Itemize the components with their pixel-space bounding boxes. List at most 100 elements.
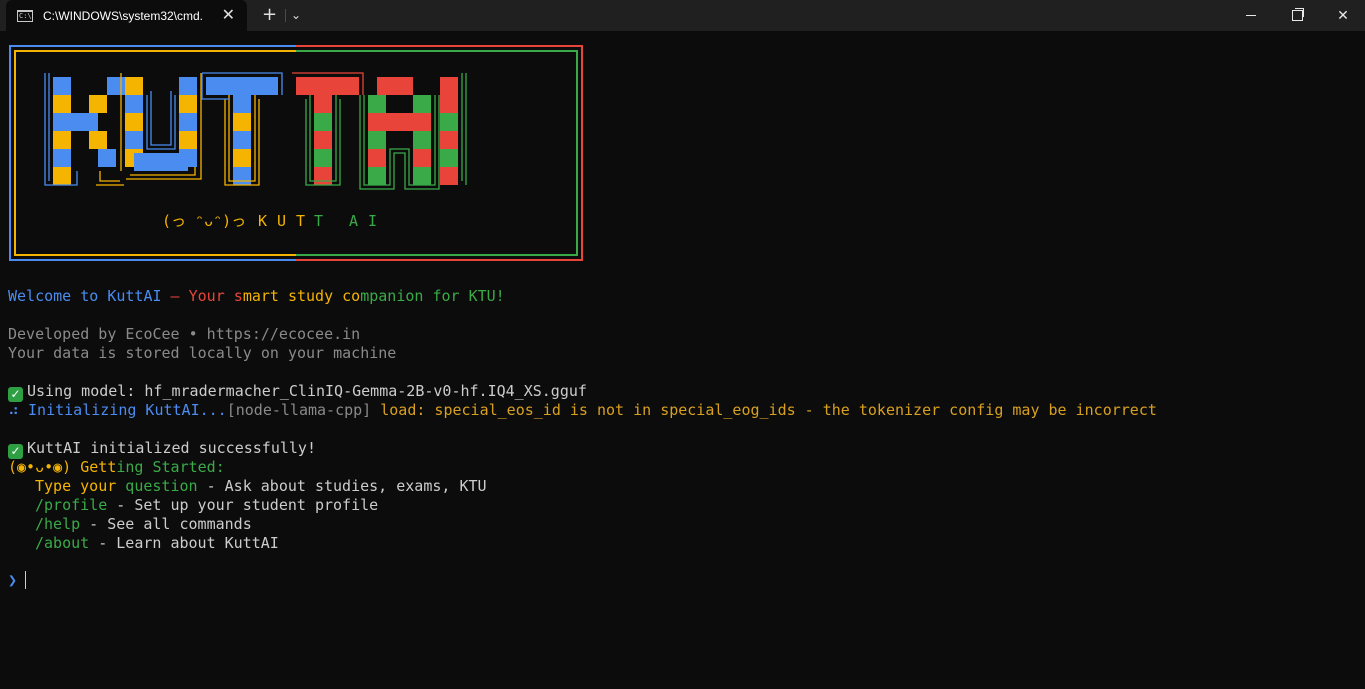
- banner-tagline: (っ ᵔᴗᵔ)っ K U T T A I: [162, 212, 377, 230]
- logo-k-stem: [53, 149, 71, 167]
- logo-k-top: [107, 77, 125, 95]
- logo-a-left: [368, 113, 386, 131]
- welcome-line: Welcome to KuttAI – Your smart study com…: [8, 287, 505, 306]
- tagline-letter-t2: T: [314, 212, 323, 230]
- welcome-seg-2: – Your s: [161, 287, 243, 305]
- tagline-letter-t1: T: [296, 212, 305, 230]
- logo-a-left-top: [368, 95, 386, 113]
- logo-i-stem: [440, 95, 458, 113]
- logo-k-stem: [53, 113, 71, 131]
- tagline-letter-a: A: [349, 212, 358, 230]
- logo-i-stem: [440, 131, 458, 149]
- logo-a-left: [368, 167, 386, 185]
- logo-t2-stem: [314, 131, 332, 149]
- logo-u-left: [125, 113, 143, 131]
- maximize-button[interactable]: [1274, 0, 1320, 31]
- getting-started-title-a: Gett: [71, 458, 117, 476]
- storage-line: Your data is stored locally on your mach…: [8, 344, 397, 362]
- logo-t1-stem: [233, 113, 251, 131]
- item-cmd: /help: [35, 515, 81, 533]
- tagline-letter-u: U: [277, 212, 286, 230]
- close-window-button[interactable]: ✕: [1320, 0, 1365, 31]
- cmd-icon-text: C:\: [19, 11, 32, 20]
- logo-t2-stem: [314, 167, 332, 185]
- developer-line: Developed by EcoCee • https://ecocee.in: [8, 325, 361, 343]
- welcome-seg-3: mart study co: [242, 287, 361, 305]
- init-prefix: ⠴ Initializing KuttAI...: [8, 401, 227, 419]
- logo-k-arm: [71, 113, 98, 131]
- logo-k-stem: [53, 131, 71, 149]
- title-bar: C:\ C:\WINDOWS\system32\cmd. ✕ + ⌄ ✕: [0, 0, 1365, 31]
- logo-t2-stem: [314, 113, 332, 131]
- check-icon: ✓: [8, 387, 23, 402]
- logo-k-upper: [89, 95, 107, 113]
- logo-i-stem: [440, 167, 458, 185]
- text-cursor: [25, 571, 27, 589]
- tab-cmd[interactable]: C:\ C:\WINDOWS\system32\cmd. ✕: [6, 0, 247, 31]
- welcome-seg-1: Welcome to KuttAI: [8, 287, 162, 305]
- check-icon: ✓: [8, 444, 23, 459]
- tagline-letter-i: I: [368, 212, 377, 230]
- logo-a-right: [413, 113, 431, 131]
- init-line: ⠴ Initializing KuttAI...[node-llama-cpp]…: [8, 401, 1157, 420]
- terminal-output[interactable]: (っ ᵔᴗᵔ)っ K U T T A I Welcome to KuttAI –…: [0, 31, 1365, 689]
- logo-a-peak: [377, 77, 413, 95]
- logo-k-lower: [89, 131, 107, 149]
- minimize-button[interactable]: [1228, 0, 1274, 31]
- list-item: /profile - Set up your student profile: [35, 496, 378, 515]
- logo-t1-bar: [206, 77, 278, 95]
- logo-k-stem: [53, 167, 71, 185]
- getting-started-title: (◉•ᴗ•◉) Getting Started:: [8, 458, 225, 477]
- logo-t1-stem: [233, 149, 251, 167]
- tab-title: C:\WINDOWS\system32\cmd.: [43, 8, 204, 23]
- cmd-icon: C:\: [17, 9, 33, 22]
- close-icon: ✕: [1337, 7, 1349, 24]
- chevron-down-icon[interactable]: ⌄: [291, 6, 301, 24]
- kuttai-banner: (っ ᵔᴗᵔ)っ K U T T A I: [9, 45, 583, 261]
- logo-u-right: [179, 95, 197, 113]
- item-cmd: /profile: [35, 496, 108, 514]
- item-cmd: /about: [35, 534, 90, 552]
- logo-u-bottom: [134, 153, 188, 171]
- logo-t2-bar: [296, 77, 359, 95]
- logo-u-outline: [146, 91, 176, 150]
- logo-i-outline: [461, 73, 467, 185]
- logo-u-right: [179, 113, 197, 131]
- restore-icon: [1291, 8, 1304, 21]
- tagline-letter-k: K: [258, 212, 267, 230]
- logo-u-left: [125, 131, 143, 149]
- logo-i-top: [440, 77, 458, 95]
- logo-a-left: [368, 149, 386, 167]
- success-line: ✓ KuttAI initialized successfully!: [8, 439, 316, 459]
- model-text: Using model: hf_mradermacher_ClinIQ-Gemm…: [27, 382, 587, 400]
- success-text: KuttAI initialized successfully!: [27, 439, 316, 457]
- close-tab-icon[interactable]: ✕: [222, 6, 235, 24]
- getting-started-title-b: ing Started:: [116, 458, 225, 476]
- item-desc: - Learn about KuttAI: [89, 534, 279, 552]
- logo-i-stem: [440, 149, 458, 167]
- logo-a-right: [413, 131, 431, 149]
- logo-t1-stem: [233, 167, 251, 185]
- item-desc: - See all commands: [80, 515, 252, 533]
- logo-k-stem: [53, 95, 71, 113]
- logo-a-right: [413, 167, 431, 185]
- item-cmd-b: question: [116, 477, 198, 495]
- init-tag: [node-llama-cpp]: [226, 401, 372, 419]
- logo-a-right-top: [413, 95, 431, 113]
- tab-separator: [285, 9, 286, 22]
- logo-t2-neck: [314, 95, 332, 113]
- model-line: ✓ Using model: hf_mradermacher_ClinIQ-Gem…: [8, 382, 587, 402]
- item-cmd-a: Type your: [35, 477, 117, 495]
- logo-u-right: [179, 131, 197, 149]
- list-item: Type your question - Ask about studies, …: [35, 477, 487, 496]
- logo-a-left: [368, 131, 386, 149]
- new-tab-button[interactable]: +: [262, 5, 277, 25]
- prompt-line[interactable]: ❯: [8, 571, 27, 590]
- logo-a-right: [413, 149, 431, 167]
- logo-t1-stem: [233, 95, 251, 113]
- logo-t2-stem: [314, 149, 332, 167]
- welcome-seg-4: mpanion for KTU!: [360, 287, 505, 305]
- logo-t1-stem: [233, 131, 251, 149]
- getting-started-face: (◉•ᴗ•◉): [8, 458, 72, 476]
- minimize-icon: [1246, 15, 1256, 16]
